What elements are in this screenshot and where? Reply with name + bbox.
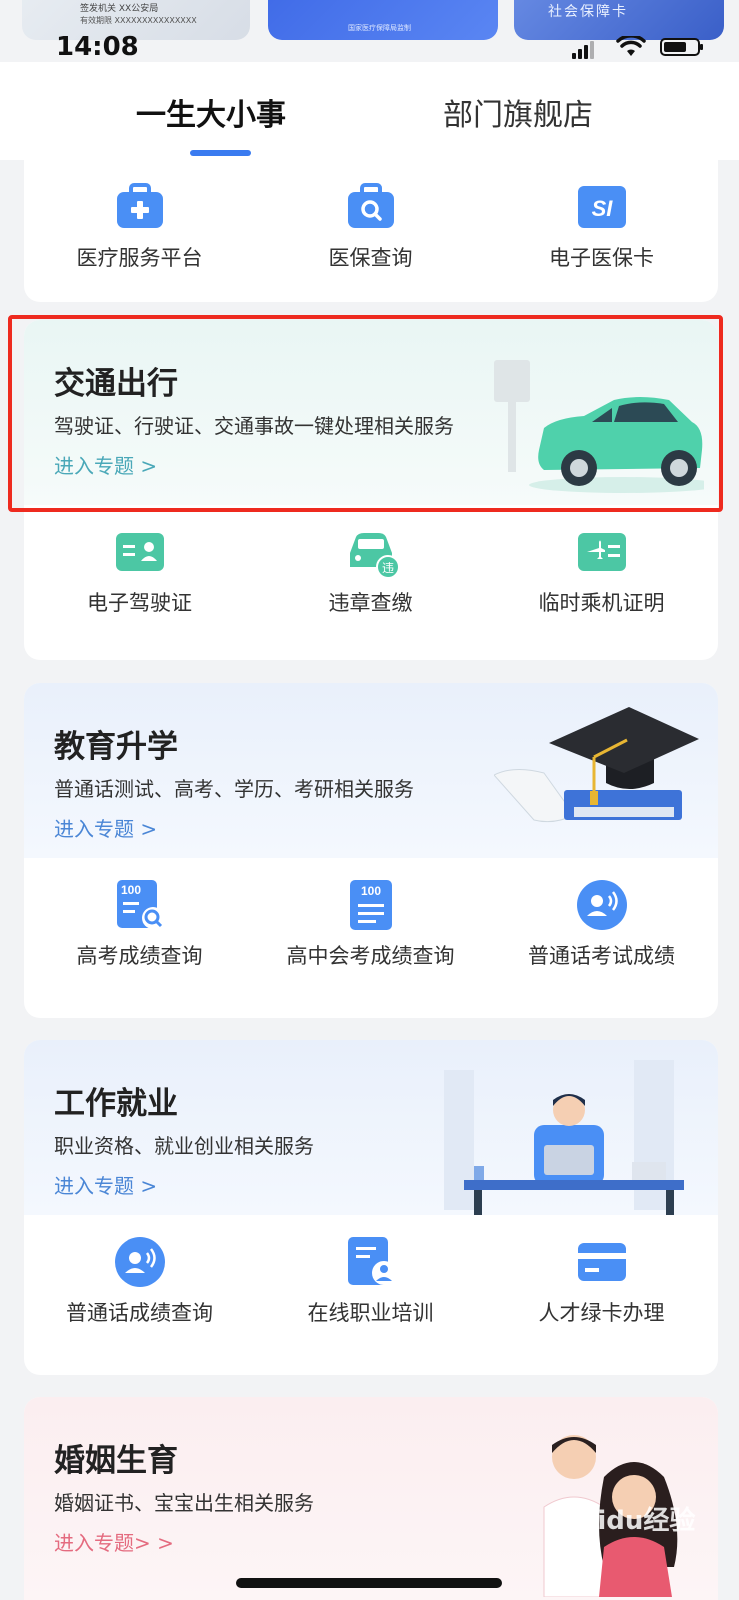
score-doc-icon: 100 <box>350 880 392 930</box>
marriage-enter-topic-link[interactable]: 进入专题> > <box>54 1527 174 1556</box>
medical-platform-label: 医疗服务平台 <box>76 246 203 270</box>
top-tab-bar: 一生大小事 部门旗舰店 <box>0 62 739 160</box>
status-bar: 14:08 <box>0 28 739 64</box>
score-badge-1: 100 <box>361 884 381 898</box>
graduation-cap-illustration <box>494 707 699 823</box>
speech-icon <box>577 880 627 930</box>
putonghua-exam-score-label: 普通话考试成绩 <box>528 944 675 968</box>
wifi-icon <box>616 36 646 56</box>
status-time: 14:08 <box>56 32 139 62</box>
work-card: 工作就业 职业资格、就业创业相关服务 进入专题 > 普通话成绩查询 在线职业培训… <box>24 1040 718 1375</box>
traffic-card: 交通出行 驾驶证、行驶证、交通事故一键处理相关服务 进入专题 > 电子驾驶证 违… <box>24 320 718 660</box>
violation-query-label: 违章查缴 <box>328 591 413 615</box>
e-driver-license-label: 电子驾驶证 <box>87 591 192 615</box>
baidu-watermark: Baidu经验 <box>560 1506 696 1536</box>
education-enter-topic-link[interactable]: 进入专题 > <box>54 813 157 842</box>
driver-license-icon <box>116 533 164 571</box>
traffic-title: 交通出行 <box>54 366 178 402</box>
medical-insurance-query-label: 医保查询 <box>328 246 413 270</box>
education-card: 教育升学 普通话测试、高考、学历、考研相关服务 进入专题 > 100 高考成绩查… <box>24 683 718 1018</box>
work-subtitle: 职业资格、就业创业相关服务 <box>54 1134 314 1158</box>
work-banner[interactable]: 工作就业 职业资格、就业创业相关服务 进入专题 > <box>24 1040 718 1215</box>
score-badge-0: 100 <box>121 883 141 897</box>
office-worker-illustration <box>444 1060 684 1215</box>
huikao-score-query-label: 高中会考成绩查询 <box>286 944 455 968</box>
home-indicator[interactable] <box>236 1578 502 1588</box>
social-security-card-title: 社会保障卡 <box>548 4 628 20</box>
online-vocational-training-label: 在线职业培训 <box>307 1301 434 1325</box>
work-enter-topic-link[interactable]: 进入专题 > <box>54 1170 157 1199</box>
tab-active-indicator <box>190 150 251 156</box>
education-subtitle: 普通话测试、高考、学历、考研相关服务 <box>54 777 414 801</box>
speech-icon <box>115 1237 165 1287</box>
score-search-icon: 100 <box>117 880 164 929</box>
signal-icon <box>572 40 596 59</box>
tab-department-stores[interactable]: 部门旗舰店 <box>443 90 593 134</box>
id-card-validity: 有效期限 XXXXXXXXXXXXXXX <box>80 16 197 25</box>
violation-badge: 违 <box>382 561 394 575</box>
traffic-enter-topic-link[interactable]: 进入专题 > <box>54 450 157 479</box>
putonghua-score-query-label: 普通话成绩查询 <box>66 1301 213 1325</box>
traffic-banner[interactable]: 交通出行 驾驶证、行驶证、交通事故一键处理相关服务 进入专题 > <box>24 320 718 505</box>
car-violation-icon: 违 <box>350 533 398 579</box>
marriage-banner[interactable]: 婚姻生育 婚姻证书、宝宝出生相关服务 进入专题> > <box>24 1397 718 1600</box>
education-title: 教育升学 <box>54 729 178 765</box>
marriage-subtitle: 婚姻证书、宝宝出生相关服务 <box>54 1491 314 1515</box>
talent-green-card-label: 人才绿卡办理 <box>538 1301 665 1325</box>
medical-services-card: 医疗服务平台 医保查询 SI 电子医保卡 <box>24 160 718 302</box>
e-medical-card-label: 电子医保卡 <box>549 246 654 270</box>
work-title: 工作就业 <box>54 1086 178 1122</box>
marriage-title: 婚姻生育 <box>54 1443 178 1479</box>
flight-pass-icon <box>578 533 626 571</box>
id-card-issuer: 签发机关 XX公安局 <box>80 4 159 14</box>
education-banner[interactable]: 教育升学 普通话测试、高考、学历、考研相关服务 进入专题 > <box>24 683 718 858</box>
traffic-subtitle: 驾驶证、行驶证、交通事故一键处理相关服务 <box>54 414 454 438</box>
car-illustration <box>494 360 704 493</box>
medical-kit-icon <box>117 183 163 228</box>
temp-flight-pass-label: 临时乘机证明 <box>538 591 665 615</box>
card-icon <box>578 1243 626 1281</box>
svg-text:SI: SI <box>592 196 614 221</box>
marriage-card: 婚姻生育 婚姻证书、宝宝出生相关服务 进入专题> > <box>24 1397 718 1600</box>
tab-life-events[interactable]: 一生大小事 <box>136 90 286 134</box>
briefcase-search-icon <box>348 183 394 228</box>
si-card-icon: SI <box>578 186 626 228</box>
training-icon <box>348 1237 396 1285</box>
battery-icon <box>660 38 703 56</box>
gaokao-score-query-label: 高考成绩查询 <box>76 944 203 968</box>
